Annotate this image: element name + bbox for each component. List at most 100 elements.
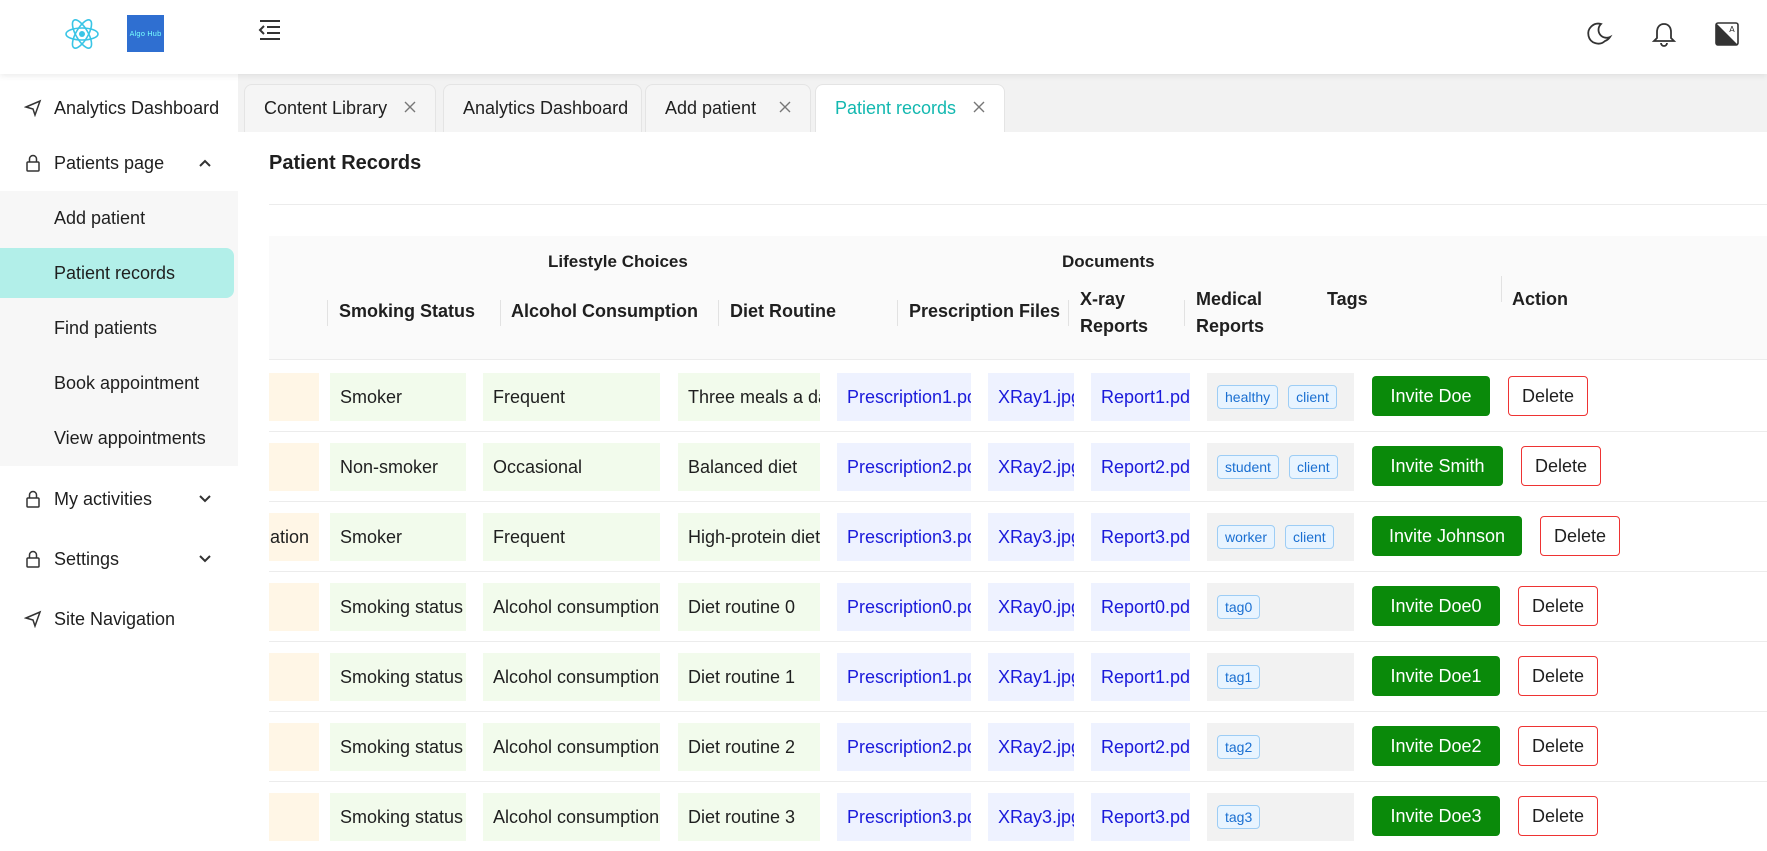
column-separator — [1184, 300, 1185, 326]
invite-button[interactable]: Invite Doe0 — [1372, 586, 1500, 626]
medical-report-link[interactable]: Report2.pdf — [1091, 723, 1190, 771]
delete-button[interactable]: Delete — [1518, 726, 1598, 766]
tab-analytics-dashboard[interactable]: Analytics Dashboard — [443, 84, 642, 132]
cell-truncated — [269, 723, 319, 771]
column-separator — [718, 300, 719, 326]
cell-tags: healthy client — [1207, 373, 1354, 421]
tabs-bar: Content Library Analytics Dashboard Add … — [238, 74, 1767, 132]
cell-truncated — [269, 653, 319, 701]
column-header-medical-reports: Medical Reports — [1196, 286, 1264, 340]
prescription-file-link[interactable]: Prescription1.pdf — [837, 373, 971, 421]
sidebar-item-label: Add patient — [54, 207, 146, 228]
invite-button[interactable]: Invite Johnson — [1372, 516, 1522, 556]
sidebar-item-site-navigation[interactable]: Site Navigation — [0, 594, 238, 644]
main-content: Patient Records Lifestyle Choices Docume… — [238, 132, 1767, 851]
svg-text:A: A — [1729, 25, 1735, 34]
prescription-file-link[interactable]: Prescription0.pdf — [837, 583, 971, 631]
medical-report-link[interactable]: Report1.pdf — [1091, 373, 1190, 421]
invite-button[interactable]: Invite Doe — [1372, 376, 1490, 416]
column-header-diet-routine: Diet Routine — [730, 301, 836, 321]
tab-content-library[interactable]: Content Library — [244, 84, 436, 132]
delete-button[interactable]: Delete — [1518, 586, 1598, 626]
prescription-file-link[interactable]: Prescription3.pdf — [837, 793, 971, 841]
prescription-file-link[interactable]: Prescription2.pdf — [837, 723, 971, 771]
sidebar-item-analytics-dashboard[interactable]: Analytics Dashboard — [0, 83, 238, 133]
close-icon[interactable] — [778, 100, 792, 114]
cell-diet-routine: Three meals a day — [678, 373, 820, 421]
xray-report-link[interactable]: XRay3.jpg — [988, 793, 1074, 841]
cell-diet-routine: Balanced diet — [678, 443, 820, 491]
chevron-down-icon — [199, 555, 211, 563]
table-row: Smoking status 0 Alcohol consumption 0 Die… — [269, 572, 1767, 642]
brand-logo: Algo Hub — [127, 15, 164, 52]
invite-button[interactable]: Invite Doe1 — [1372, 656, 1500, 696]
xray-report-link[interactable]: XRay2.jpg — [988, 443, 1074, 491]
tab-patient-records[interactable]: Patient records — [815, 84, 1005, 132]
delete-button[interactable]: Delete — [1508, 376, 1588, 416]
cell-truncated — [269, 583, 319, 631]
xray-report-link[interactable]: XRay1.jpg — [988, 653, 1074, 701]
invite-button[interactable]: Invite Doe3 — [1372, 796, 1500, 836]
column-separator — [897, 300, 898, 326]
xray-report-link[interactable]: XRay3.jpg — [988, 513, 1074, 561]
tab-add-patient[interactable]: Add patient — [645, 84, 811, 132]
delete-button[interactable]: Delete — [1521, 446, 1601, 486]
sidebar-item-add-patient[interactable]: Add patient — [0, 193, 238, 243]
tag-badge: tag0 — [1217, 595, 1261, 619]
prescription-file-link[interactable]: Prescription1.pdf — [837, 653, 971, 701]
column-separator — [1068, 300, 1069, 326]
cell-diet-routine: Diet routine 1 — [678, 653, 820, 701]
react-logo-icon — [65, 19, 99, 49]
delete-button[interactable]: Delete — [1518, 656, 1598, 696]
xray-report-link[interactable]: XRay0.jpg — [988, 583, 1074, 631]
cell-alcohol-consumption: Frequent — [483, 513, 660, 561]
sidebar-item-patient-records[interactable]: Patient records — [0, 248, 234, 298]
translate-icon[interactable]: A — [1713, 20, 1741, 48]
table-row: Smoker Frequent Three meals a day Prescript… — [269, 362, 1767, 432]
column-header-tags: Tags — [1327, 289, 1368, 309]
medical-report-link[interactable]: Report0.pdf — [1091, 583, 1190, 631]
sidebar-item-label: Analytics Dashboard — [54, 97, 220, 118]
menu-fold-icon[interactable] — [257, 18, 283, 42]
prescription-file-link[interactable]: Prescription2.pdf — [837, 443, 971, 491]
divider — [269, 204, 1767, 205]
medical-report-link[interactable]: Report3.pdf — [1091, 513, 1190, 561]
close-icon[interactable] — [972, 100, 986, 114]
group-header-documents: Documents — [1062, 252, 1155, 271]
sidebar-item-label: Settings — [54, 548, 120, 569]
sidebar-item-my-activities[interactable]: My activities — [0, 474, 238, 524]
column-header-prescription-files: Prescription Files — [909, 301, 1061, 321]
close-icon[interactable] — [403, 100, 417, 114]
sidebar-item-label: Site Navigation — [54, 608, 176, 629]
column-header-alcohol-consumption: Alcohol Consumption — [511, 301, 698, 321]
sidebar-item-patients-page[interactable]: Patients page — [0, 138, 238, 188]
delete-button[interactable]: Delete — [1540, 516, 1620, 556]
prescription-file-link[interactable]: Prescription3.pdf — [837, 513, 971, 561]
medical-report-link[interactable]: Report2.pdf — [1091, 443, 1190, 491]
cell-tags: tag3 — [1207, 793, 1354, 841]
invite-button[interactable]: Invite Doe2 — [1372, 726, 1500, 766]
cell-alcohol-consumption: Alcohol consumption 0 — [483, 583, 660, 631]
medical-report-link[interactable]: Report3.pdf — [1091, 793, 1190, 841]
delete-button[interactable]: Delete — [1518, 796, 1598, 836]
column-header-xray-reports: X-ray Reports — [1080, 286, 1148, 340]
bell-icon[interactable] — [1650, 20, 1678, 48]
sidebar-item-settings[interactable]: Settings — [0, 534, 238, 584]
sidebar-item-label: View appointments — [54, 427, 206, 448]
xray-report-link[interactable]: XRay1.jpg — [988, 373, 1074, 421]
moon-icon[interactable] — [1586, 20, 1614, 48]
invite-button[interactable]: Invite Smith — [1372, 446, 1503, 486]
cell-truncated: ation — [269, 513, 319, 561]
cell-diet-routine: Diet routine 0 — [678, 583, 820, 631]
table-row: Non-smoker Occasional Balanced diet Prescri… — [269, 432, 1767, 502]
sidebar-item-view-appointments[interactable]: View appointments — [0, 413, 238, 463]
xray-report-link[interactable]: XRay2.jpg — [988, 723, 1074, 771]
sidebar-item-book-appointment[interactable]: Book appointment — [0, 358, 238, 408]
cell-smoking-status: Smoking status 2 — [330, 723, 466, 771]
sidebar-item-find-patients[interactable]: Find patients — [0, 303, 238, 353]
column-header-action: Action — [1512, 289, 1568, 309]
medical-report-link[interactable]: Report1.pdf — [1091, 653, 1190, 701]
cell-smoking-status: Non-smoker — [330, 443, 466, 491]
tab-label: Analytics Dashboard — [463, 98, 629, 118]
table-row: Smoking status 2 Alcohol consumption 2 Die… — [269, 712, 1767, 782]
